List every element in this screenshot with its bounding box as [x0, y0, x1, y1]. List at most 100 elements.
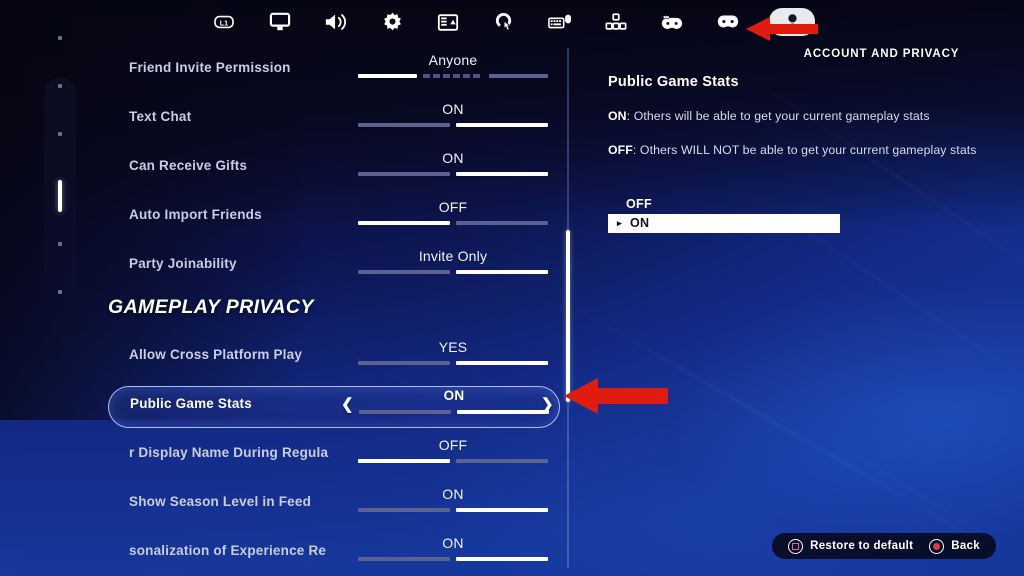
- setting-value-control[interactable]: OFF: [358, 435, 548, 463]
- setting-value-control[interactable]: Anyone: [358, 50, 548, 78]
- setting-segment-indicator: [358, 172, 548, 176]
- keybinds-grid-icon[interactable]: [601, 8, 631, 36]
- setting-segment: [359, 410, 451, 414]
- setting-value-control[interactable]: OFF: [358, 197, 548, 225]
- setting-segment: [456, 172, 548, 176]
- page-indicator-active[interactable]: [58, 180, 62, 212]
- setting-value-control[interactable]: ON: [358, 99, 548, 127]
- settings-category-tabbar[interactable]: L1: [0, 0, 1024, 44]
- setting-segment: [456, 459, 548, 463]
- setting-value: ON: [442, 150, 464, 166]
- setting-segment-indicator: [358, 361, 548, 365]
- setting-segment-indicator: [358, 557, 548, 561]
- active-category-label: ACCOUNT AND PRIVACY: [803, 48, 960, 60]
- page-indicator-dot[interactable]: [58, 242, 62, 246]
- setting-value-control[interactable]: ON: [359, 386, 549, 414]
- detail-title: Public Game Stats: [608, 74, 739, 90]
- page-indicator-dot[interactable]: [58, 84, 62, 88]
- action-label: Restore to default: [810, 540, 914, 552]
- setting-segment-indicator: [358, 508, 548, 512]
- annotation-arrow-to-public-game-stats: [562, 374, 670, 423]
- detail-off-key: OFF: [608, 142, 633, 157]
- svg-text:L1: L1: [220, 19, 228, 28]
- square-button-icon: [788, 538, 804, 554]
- setting-label: Text Chat: [129, 109, 192, 124]
- setting-segment: [358, 221, 450, 225]
- setting-label: Allow Cross Platform Play: [129, 347, 303, 362]
- detail-on-text: : Others will be able to get your curren…: [626, 109, 930, 123]
- setting-row[interactable]: sonalization of Experience Re ON: [108, 533, 560, 576]
- setting-value: Anyone: [428, 52, 478, 68]
- setting-row-selected[interactable]: Public Game Stats ❮ ❯ ON: [108, 386, 560, 428]
- display-monitor-icon[interactable]: [265, 8, 295, 36]
- section-header-gameplay-privacy: GAMEPLAY PRIVACY: [108, 296, 314, 318]
- setting-segment: [358, 361, 450, 365]
- annotation-arrow-to-account-tab: [744, 14, 820, 49]
- setting-segment-indicator: [359, 410, 549, 414]
- setting-segment: [358, 172, 450, 176]
- setting-value: YES: [438, 339, 468, 355]
- setting-option-label: OFF: [626, 196, 652, 211]
- setting-value-control[interactable]: ON: [358, 148, 548, 176]
- setting-row[interactable]: Show Season Level in Feed ON: [108, 484, 560, 528]
- setting-segment-indicator: [358, 123, 548, 127]
- setting-segment: [457, 410, 549, 414]
- setting-segment: [423, 74, 483, 78]
- setting-label: sonalization of Experience Re: [129, 543, 327, 558]
- setting-value-control[interactable]: YES: [358, 337, 548, 365]
- keyboard-mouse-icon[interactable]: [545, 8, 575, 36]
- setting-value-control[interactable]: ON: [358, 533, 548, 561]
- setting-label: Show Season Level in Feed: [129, 494, 312, 509]
- setting-segment: [358, 557, 450, 561]
- setting-segment-indicator: [358, 270, 548, 274]
- detail-description-off: OFF: Others WILL NOT be able to get your…: [608, 142, 986, 160]
- setting-value: OFF: [438, 199, 468, 215]
- setting-segment-indicator: [358, 459, 548, 463]
- setting-row[interactable]: Party Joinability Invite Only: [108, 246, 560, 290]
- settings-list[interactable]: Friend Invite Permission Anyone Text Chat O…: [108, 44, 560, 576]
- back-button[interactable]: Back: [929, 538, 980, 554]
- setting-segment: [456, 557, 548, 561]
- controller-icon[interactable]: [713, 8, 743, 36]
- setting-label: Can Receive Gifts: [129, 158, 248, 173]
- hud-layout-icon[interactable]: [433, 8, 463, 36]
- setting-value: ON: [442, 535, 464, 551]
- setting-option-off[interactable]: OFF: [608, 194, 986, 214]
- page-indicator-rail[interactable]: [44, 36, 76, 330]
- setting-segment: [456, 221, 548, 225]
- setting-label: Party Joinability: [129, 256, 237, 271]
- setting-row[interactable]: Auto Import Friends OFF: [108, 197, 560, 241]
- setting-value-control[interactable]: ON: [358, 484, 548, 512]
- setting-row[interactable]: Friend Invite Permission Anyone: [108, 50, 560, 94]
- detail-on-key: ON: [608, 109, 627, 123]
- setting-option-on[interactable]: ▸ ON: [608, 213, 840, 233]
- audio-speaker-icon[interactable]: [321, 8, 351, 36]
- setting-segment: [456, 123, 548, 127]
- action-label: Back: [951, 540, 980, 552]
- l1-bumper-icon[interactable]: L1: [209, 8, 239, 36]
- setting-segment: [456, 270, 548, 274]
- chevron-left-icon[interactable]: ❮: [341, 397, 354, 412]
- game-settings-gear-icon[interactable]: [377, 8, 407, 36]
- setting-value: Invite Only: [418, 248, 488, 264]
- page-indicator-dot[interactable]: [58, 132, 62, 136]
- setting-row[interactable]: Allow Cross Platform Play YES: [108, 337, 560, 381]
- setting-value: OFF: [438, 437, 468, 453]
- setting-label: Public Game Stats: [130, 396, 252, 411]
- setting-label: Auto Import Friends: [129, 207, 262, 222]
- setting-row[interactable]: Text Chat ON: [108, 99, 560, 143]
- controller-settings-icon[interactable]: [657, 8, 687, 36]
- restore-to-default-button[interactable]: Restore to default: [788, 538, 914, 554]
- page-indicator-dot[interactable]: [58, 290, 62, 294]
- setting-segment: [358, 74, 418, 78]
- setting-value: ON: [443, 388, 465, 403]
- setting-value-control[interactable]: Invite Only: [358, 246, 548, 274]
- setting-segment: [358, 508, 450, 512]
- setting-row[interactable]: r Display Name During Regula OFF: [108, 435, 560, 479]
- setting-row[interactable]: Can Receive Gifts ON: [108, 148, 560, 192]
- setting-segment: [358, 270, 450, 274]
- circle-button-icon: [929, 538, 945, 554]
- touch-sensitivity-icon[interactable]: [489, 8, 519, 36]
- setting-label: r Display Name During Regula: [129, 445, 329, 460]
- setting-option-list[interactable]: OFF ▸ ON: [608, 194, 986, 233]
